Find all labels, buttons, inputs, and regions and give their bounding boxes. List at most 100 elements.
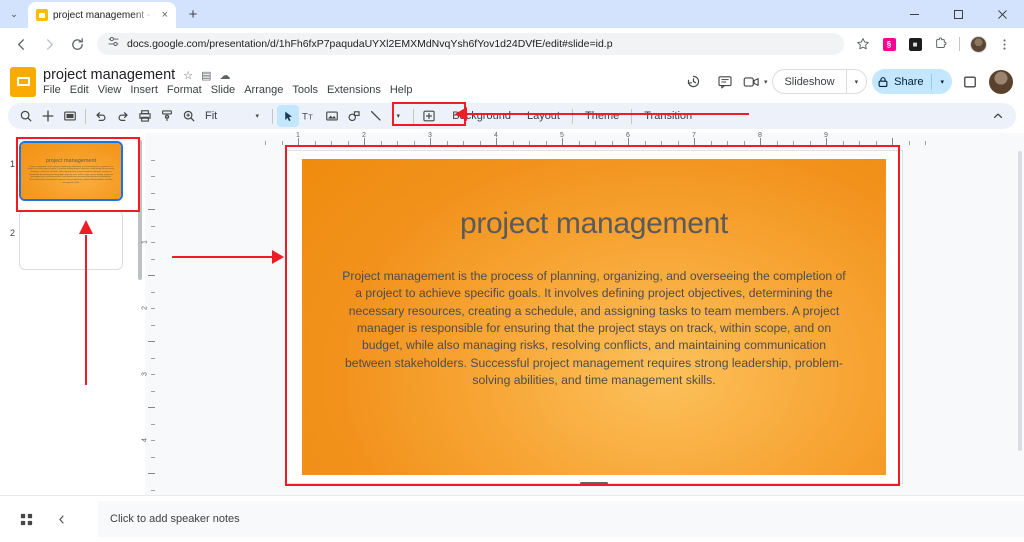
- filmstrip-scrollbar[interactable]: [138, 140, 142, 280]
- paint-format-icon[interactable]: [156, 105, 178, 127]
- shape-icon[interactable]: [343, 105, 365, 127]
- ruler-tick: [151, 391, 155, 392]
- slide-thumbnail-2[interactable]: [19, 210, 123, 270]
- move-to-folder-icon[interactable]: ▤: [201, 69, 211, 82]
- filmstrip-item-1[interactable]: 1 project management Project management …: [0, 138, 145, 201]
- menu-slide[interactable]: Slide: [211, 84, 235, 96]
- layout-button[interactable]: Layout: [519, 106, 568, 126]
- slide-thumbnail-1[interactable]: project management Project management is…: [19, 141, 123, 201]
- divider: [85, 109, 86, 124]
- slide-filmstrip[interactable]: 1 project management Project management …: [0, 133, 145, 495]
- ruler-tick: [151, 292, 155, 293]
- extension-dark-icon[interactable]: ■: [903, 32, 927, 56]
- chevron-down-icon[interactable]: ▾: [847, 78, 867, 86]
- menu-extensions[interactable]: Extensions: [327, 84, 381, 96]
- ruler-tick: [151, 226, 155, 227]
- reload-button[interactable]: [64, 31, 90, 57]
- notes-drag-handle[interactable]: [580, 482, 608, 485]
- profile-avatar[interactable]: [966, 32, 990, 56]
- document-title[interactable]: project management: [43, 67, 175, 83]
- extension-pink-icon[interactable]: §: [877, 32, 901, 56]
- menu-edit[interactable]: Edit: [70, 84, 89, 96]
- bookmark-star-icon[interactable]: [851, 32, 875, 56]
- menu-view[interactable]: View: [98, 84, 122, 96]
- insert-image-icon[interactable]: [321, 105, 343, 127]
- menu-file[interactable]: File: [43, 84, 61, 96]
- share-button[interactable]: Share ▾: [872, 69, 952, 94]
- present-mode-icon[interactable]: [957, 69, 983, 95]
- comment-icon[interactable]: [712, 69, 738, 95]
- menu-arrange[interactable]: Arrange: [244, 84, 283, 96]
- zoom-dropdown-caret[interactable]: ▾: [246, 105, 268, 127]
- ruler-tick: [678, 141, 679, 145]
- divider: [413, 109, 414, 124]
- menu-tools[interactable]: Tools: [292, 84, 318, 96]
- collapse-toolbar-icon[interactable]: [987, 110, 1009, 122]
- extensions-puzzle-icon[interactable]: [929, 32, 953, 56]
- minimize-button[interactable]: [892, 0, 936, 28]
- back-button[interactable]: [8, 31, 34, 57]
- account-avatar[interactable]: [988, 69, 1014, 95]
- plus-icon: +: [189, 6, 198, 23]
- close-icon[interactable]: ×: [160, 8, 170, 23]
- slide-layout-icon[interactable]: [59, 105, 81, 127]
- share-label: Share: [894, 76, 923, 88]
- browser-tab[interactable]: project management - Google ×: [28, 2, 176, 28]
- close-window-button[interactable]: [980, 0, 1024, 28]
- ruler-label: 2: [141, 306, 148, 310]
- menu-format[interactable]: Format: [167, 84, 202, 96]
- slide-editor-surface[interactable]: project management Project management is…: [285, 150, 903, 484]
- extension-dark-glyph: ■: [909, 38, 922, 51]
- ruler-tick: [282, 141, 283, 145]
- speaker-notes-field[interactable]: Click to add speaker notes: [98, 501, 1024, 537]
- redo-icon[interactable]: [112, 105, 134, 127]
- site-settings-icon[interactable]: [107, 35, 120, 53]
- new-tab-button[interactable]: +: [180, 1, 206, 27]
- zoom-icon[interactable]: [178, 105, 200, 127]
- version-history-icon[interactable]: [681, 69, 707, 95]
- line-icon[interactable]: [365, 105, 387, 127]
- google-meet-button[interactable]: ▾: [743, 69, 768, 95]
- filmstrip-item-2[interactable]: 2: [0, 207, 145, 270]
- line-dropdown-caret[interactable]: ▾: [387, 105, 409, 127]
- chevron-down-icon[interactable]: ▾: [932, 78, 952, 86]
- slideshow-button[interactable]: Slideshow ▾: [772, 69, 867, 94]
- divider: [631, 109, 632, 124]
- ruler-tick: [151, 424, 155, 425]
- undo-icon[interactable]: [90, 105, 112, 127]
- divider: [272, 109, 273, 124]
- text-box-icon[interactable]: TT: [299, 105, 321, 127]
- ruler-label: 4: [494, 132, 498, 139]
- ruler-tick: [612, 141, 613, 145]
- grid-view-icon[interactable]: [12, 505, 40, 533]
- select-tool-icon[interactable]: [277, 105, 299, 127]
- address-bar[interactable]: docs.google.com/presentation/d/1hFh6fxP7…: [97, 33, 844, 55]
- background-button[interactable]: Background: [444, 106, 519, 126]
- ruler-label: 5: [560, 132, 564, 139]
- menu-help[interactable]: Help: [390, 84, 413, 96]
- maximize-button[interactable]: [936, 0, 980, 28]
- slide-body-text[interactable]: Project management is the process of pla…: [339, 268, 849, 389]
- current-slide[interactable]: project management Project management is…: [302, 159, 886, 475]
- extension-pink-glyph: §: [883, 38, 896, 51]
- canvas-scrollbar[interactable]: [1018, 151, 1022, 451]
- menu-insert[interactable]: Insert: [130, 84, 158, 96]
- url-text: docs.google.com/presentation/d/1hFh6fxP7…: [127, 38, 613, 50]
- bottom-bar: Click to add speaker notes: [0, 495, 1024, 542]
- theme-button[interactable]: Theme: [577, 106, 627, 126]
- add-comment-icon[interactable]: [418, 105, 440, 127]
- tab-search-button[interactable]: ⌄: [0, 0, 28, 28]
- search-icon[interactable]: [15, 105, 37, 127]
- cloud-saved-icon[interactable]: ☁: [219, 69, 230, 82]
- collapse-filmstrip-icon[interactable]: [48, 506, 74, 532]
- chrome-menu-icon[interactable]: [992, 32, 1016, 56]
- star-icon[interactable]: ☆: [183, 69, 193, 82]
- forward-button[interactable]: [36, 31, 62, 57]
- print-icon[interactable]: [134, 105, 156, 127]
- new-slide-icon[interactable]: [37, 105, 59, 127]
- slide-title-text[interactable]: project management: [460, 207, 728, 241]
- ruler-tick: [859, 141, 860, 145]
- zoom-level-label[interactable]: Fit: [200, 110, 222, 122]
- transition-button[interactable]: Transition: [636, 106, 700, 126]
- ruler-tick: [546, 141, 547, 145]
